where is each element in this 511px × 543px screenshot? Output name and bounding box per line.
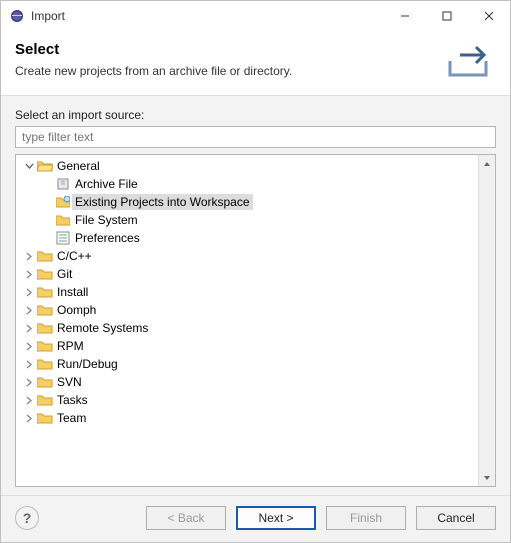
tree-label: Preferences <box>72 230 143 246</box>
tree-label: Team <box>54 410 89 426</box>
tree-category-install[interactable]: Install <box>16 283 478 301</box>
tree-item-archive-file[interactable]: Archive File <box>16 175 478 193</box>
tree-label: Archive File <box>72 176 141 192</box>
preferences-icon <box>54 231 72 245</box>
import-banner-icon <box>440 39 496 83</box>
tree-label: File System <box>72 212 141 228</box>
folder-icon <box>36 286 54 298</box>
folder-icon <box>36 268 54 280</box>
chevron-right-icon[interactable] <box>22 288 36 297</box>
folder-icon <box>36 322 54 334</box>
folder-icon <box>36 304 54 316</box>
tree-label: SVN <box>54 374 85 390</box>
projects-icon <box>54 196 72 208</box>
folder-icon <box>36 250 54 262</box>
tree-label: Tasks <box>54 392 91 408</box>
folder-icon <box>36 376 54 388</box>
cancel-button[interactable]: Cancel <box>416 506 496 530</box>
tree-category-git[interactable]: Git <box>16 265 478 283</box>
archive-file-icon <box>54 177 72 191</box>
scroll-down-icon[interactable] <box>479 469 495 486</box>
wizard-content: Select an import source: General Archive… <box>1 96 510 495</box>
chevron-down-icon[interactable] <box>22 162 36 171</box>
tree-scrollbar[interactable] <box>478 155 495 486</box>
import-source-label: Select an import source: <box>15 108 496 122</box>
tree-category-team[interactable]: Team <box>16 409 478 427</box>
tree-label: General <box>54 158 103 174</box>
tree-label: Oomph <box>54 302 99 318</box>
tree-label: C/C++ <box>54 248 95 264</box>
finish-button[interactable]: Finish <box>326 506 406 530</box>
next-button[interactable]: Next > <box>236 506 316 530</box>
close-button[interactable] <box>468 2 510 30</box>
scroll-up-icon[interactable] <box>479 155 495 172</box>
chevron-right-icon[interactable] <box>22 270 36 279</box>
chevron-right-icon[interactable] <box>22 360 36 369</box>
chevron-right-icon[interactable] <box>22 396 36 405</box>
chevron-right-icon[interactable] <box>22 378 36 387</box>
help-button[interactable]: ? <box>15 506 39 530</box>
tree-category-oomph[interactable]: Oomph <box>16 301 478 319</box>
tree-category-svn[interactable]: SVN <box>16 373 478 391</box>
chevron-right-icon[interactable] <box>22 414 36 423</box>
chevron-right-icon[interactable] <box>22 306 36 315</box>
tree-label: Existing Projects into Workspace <box>72 194 253 210</box>
tree-label: RPM <box>54 338 87 354</box>
maximize-button[interactable] <box>426 2 468 30</box>
folder-icon <box>36 340 54 352</box>
chevron-right-icon[interactable] <box>22 342 36 351</box>
back-button[interactable]: < Back <box>146 506 226 530</box>
tree-item-existing-projects[interactable]: Existing Projects into Workspace <box>16 193 478 211</box>
folder-icon <box>36 358 54 370</box>
folder-open-icon <box>36 160 54 172</box>
import-wizard-window: Import Select Create new projects from a… <box>0 0 511 543</box>
titlebar: Import <box>1 1 510 31</box>
chevron-right-icon[interactable] <box>22 252 36 261</box>
wizard-footer: ? < Back Next > Finish Cancel <box>1 495 510 542</box>
wizard-banner: Select Create new projects from an archi… <box>1 31 510 96</box>
file-system-icon <box>54 214 72 226</box>
filter-input[interactable] <box>15 126 496 148</box>
folder-icon <box>36 394 54 406</box>
window-title: Import <box>31 9 384 23</box>
tree-label: Remote Systems <box>54 320 151 336</box>
tree-category-cpp[interactable]: C/C++ <box>16 247 478 265</box>
tree-category-rpm[interactable]: RPM <box>16 337 478 355</box>
chevron-right-icon[interactable] <box>22 324 36 333</box>
tree-label: Git <box>54 266 75 282</box>
eclipse-icon <box>9 8 25 24</box>
tree-category-general[interactable]: General <box>16 157 478 175</box>
minimize-button[interactable] <box>384 2 426 30</box>
tree-label: Run/Debug <box>54 356 121 372</box>
banner-description: Create new projects from an archive file… <box>15 64 440 78</box>
folder-icon <box>36 412 54 424</box>
tree-item-preferences[interactable]: Preferences <box>16 229 478 247</box>
tree-category-remote-systems[interactable]: Remote Systems <box>16 319 478 337</box>
tree-category-tasks[interactable]: Tasks <box>16 391 478 409</box>
banner-heading: Select <box>15 41 440 58</box>
import-source-tree[interactable]: General Archive File Existing Projects i… <box>15 154 496 487</box>
tree-category-run-debug[interactable]: Run/Debug <box>16 355 478 373</box>
tree-label: Install <box>54 284 91 300</box>
tree-item-file-system[interactable]: File System <box>16 211 478 229</box>
